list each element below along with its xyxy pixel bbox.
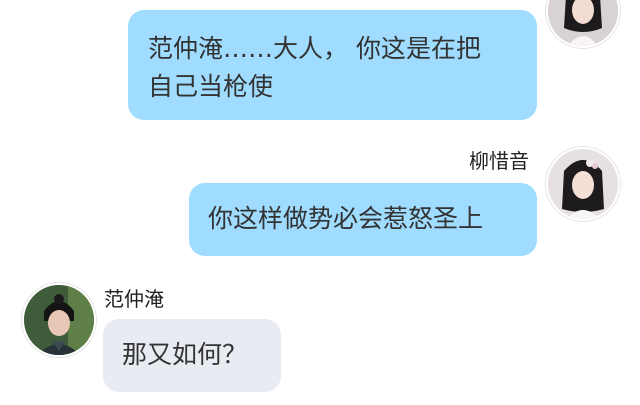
message-bubble-outgoing[interactable]: 你这样做势必会惹怒圣上 (189, 183, 537, 256)
message-line: 那又如何？ (122, 340, 248, 369)
chat-conversation: 范仲淹……大人， 你这是在把 自己当枪使 柳惜音 你这样做势必会惹怒圣上 范仲淹… (0, 0, 640, 405)
male-avatar-icon[interactable] (22, 283, 96, 357)
message-line: 自己当枪使 (148, 72, 274, 101)
sender-name: 范仲淹 (104, 287, 164, 311)
message-line: 范仲淹……大人， 你这是在把 (148, 34, 481, 63)
message-bubble-outgoing[interactable]: 范仲淹……大人， 你这是在把 自己当枪使 (128, 10, 537, 120)
female-avatar-icon[interactable] (546, 147, 620, 221)
female-avatar-icon[interactable] (546, 0, 620, 48)
sender-name: 柳惜音 (469, 149, 529, 173)
message-bubble-incoming[interactable]: 那又如何？ (103, 319, 281, 392)
message-line: 你这样做势必会惹怒圣上 (208, 204, 484, 233)
